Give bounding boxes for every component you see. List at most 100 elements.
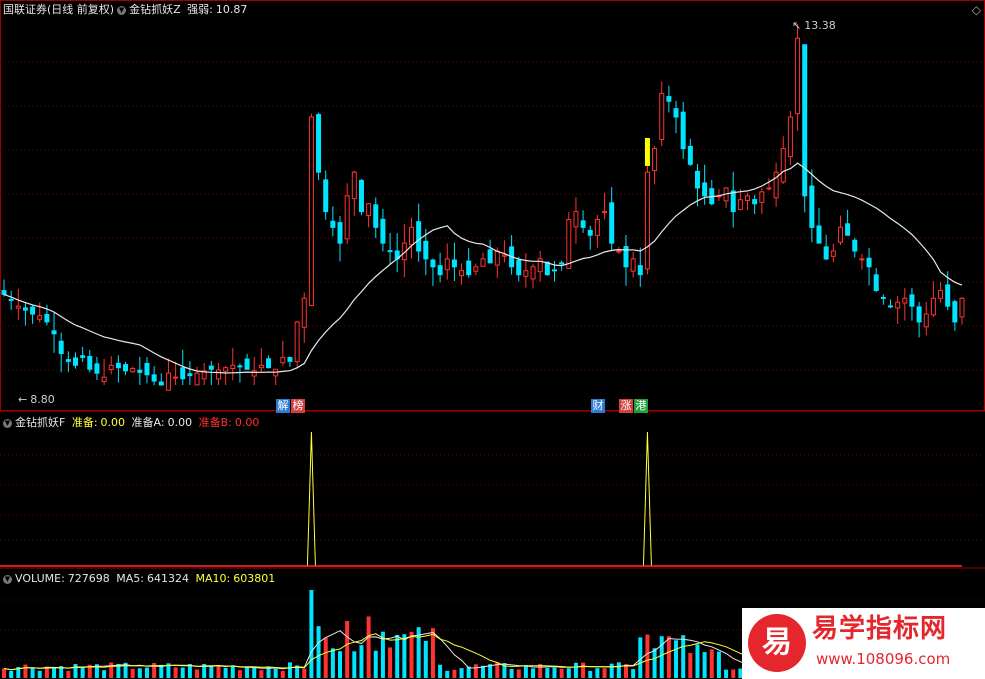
chevron-down-icon[interactable]: ▼ <box>117 5 127 15</box>
candle-body <box>766 187 772 190</box>
candle-body <box>873 274 879 291</box>
candle-body <box>173 376 179 379</box>
volume-bar <box>581 662 586 678</box>
volume-bar <box>523 665 528 678</box>
sub-title[interactable]: 金钻抓妖F <box>15 416 65 429</box>
volume-bar <box>302 668 307 678</box>
candle-body <box>1 290 7 295</box>
candle-body <box>287 357 293 362</box>
volume-bar <box>709 649 714 678</box>
volume-bar <box>180 667 185 678</box>
indicator-name[interactable]: 金钻抓妖Z <box>129 3 181 16</box>
candle-body <box>244 358 250 370</box>
volume-bar <box>245 667 250 678</box>
ma5-label: MA5: <box>116 572 145 585</box>
volume-bar <box>230 665 235 678</box>
volume-bar <box>674 640 679 678</box>
candle-body <box>108 364 114 371</box>
strength-label: 强弱: <box>187 3 213 16</box>
candle-body <box>945 284 951 307</box>
volume-bar <box>287 662 292 678</box>
volume-bar <box>423 640 428 678</box>
candle-body <box>466 260 472 276</box>
candle-body <box>266 358 272 369</box>
candle-body <box>787 116 793 158</box>
candle-body <box>523 270 529 277</box>
candle-body <box>451 259 457 268</box>
volume-bar <box>330 648 335 678</box>
watermark-logo: 易 易学指标网 www.108096.com <box>742 608 985 679</box>
volume-bar <box>345 621 350 678</box>
marker-tag-cai[interactable]: 财 <box>591 399 605 413</box>
candle-body <box>280 356 286 364</box>
candle-body <box>94 363 100 374</box>
candle-body <box>516 259 522 276</box>
volume-bar <box>609 663 614 678</box>
volume-bar <box>209 665 214 678</box>
volume-title[interactable]: VOLUME: <box>15 572 65 585</box>
volume-bar <box>666 636 671 678</box>
candle-body <box>194 372 200 386</box>
candle-body <box>215 369 221 380</box>
candle-body <box>530 266 536 280</box>
candle-body <box>15 305 21 309</box>
candle-body <box>316 114 322 173</box>
candle-body <box>609 202 615 244</box>
marker-tag-zhang[interactable]: 涨 <box>619 399 633 413</box>
candle-body <box>795 37 801 115</box>
chevron-down-icon[interactable]: ▼ <box>3 574 12 584</box>
candle-body <box>358 179 364 213</box>
ready-value: 0.00 <box>100 416 126 429</box>
candle-body <box>644 171 650 270</box>
candle-body <box>459 270 465 277</box>
volume-bar <box>30 668 35 678</box>
volume-bar <box>588 670 593 678</box>
volume-bar <box>659 636 664 678</box>
security-name[interactable]: 国联证券(日线 前复权) <box>3 3 114 16</box>
logo-badge: 易 <box>748 614 806 672</box>
candle-body <box>573 211 579 228</box>
volume-bar <box>280 670 285 678</box>
volume-bar <box>9 670 14 678</box>
candle-body <box>659 92 665 140</box>
volume-bar <box>37 670 42 678</box>
marker-tag-bang[interactable]: 榜 <box>291 399 305 413</box>
volume-bar <box>702 652 707 678</box>
candle-body <box>115 362 121 369</box>
volume-bar <box>259 670 264 678</box>
candle-body <box>895 301 901 309</box>
marker-tag-jie[interactable]: 解 <box>276 399 290 413</box>
logo-url: www.108096.com <box>816 650 951 668</box>
candle-body <box>602 211 608 214</box>
candle-body <box>859 258 865 261</box>
sub-panel-header: ▼ 金钻抓妖F 准备: 0.00 准备A: 0.00 准备B: 0.00 <box>3 416 262 430</box>
candle-body <box>251 370 257 377</box>
candle-body <box>594 218 600 236</box>
marker-tag-gang[interactable]: 港 <box>634 399 648 413</box>
candle-body <box>344 195 350 240</box>
main-header: 国联证券(日线 前复权) ▼ 金钻抓妖Z 强弱: 10.87 <box>3 3 250 17</box>
candle-body <box>22 307 28 311</box>
candle-body <box>501 254 507 257</box>
candle-body <box>330 220 336 228</box>
chevron-down-icon[interactable]: ▼ <box>3 418 12 428</box>
volume-bar <box>373 650 378 678</box>
candle-body <box>866 257 872 268</box>
candle-body <box>730 190 736 213</box>
volume-bar <box>631 669 636 678</box>
candle-body <box>137 369 143 373</box>
diamond-icon[interactable]: ◇ <box>972 3 981 17</box>
candle-body <box>559 262 565 265</box>
candle-body <box>809 185 815 228</box>
volume-bar <box>731 669 736 678</box>
volume-bar <box>724 669 729 678</box>
candle-body <box>223 367 229 372</box>
candle-body <box>323 179 329 213</box>
candle-body <box>673 108 679 118</box>
candle-body <box>630 258 636 272</box>
signal-spike <box>306 431 316 567</box>
candle-body <box>8 298 14 301</box>
candle-body <box>902 297 908 304</box>
volume-bar <box>73 664 78 678</box>
volume-bar <box>102 670 107 678</box>
